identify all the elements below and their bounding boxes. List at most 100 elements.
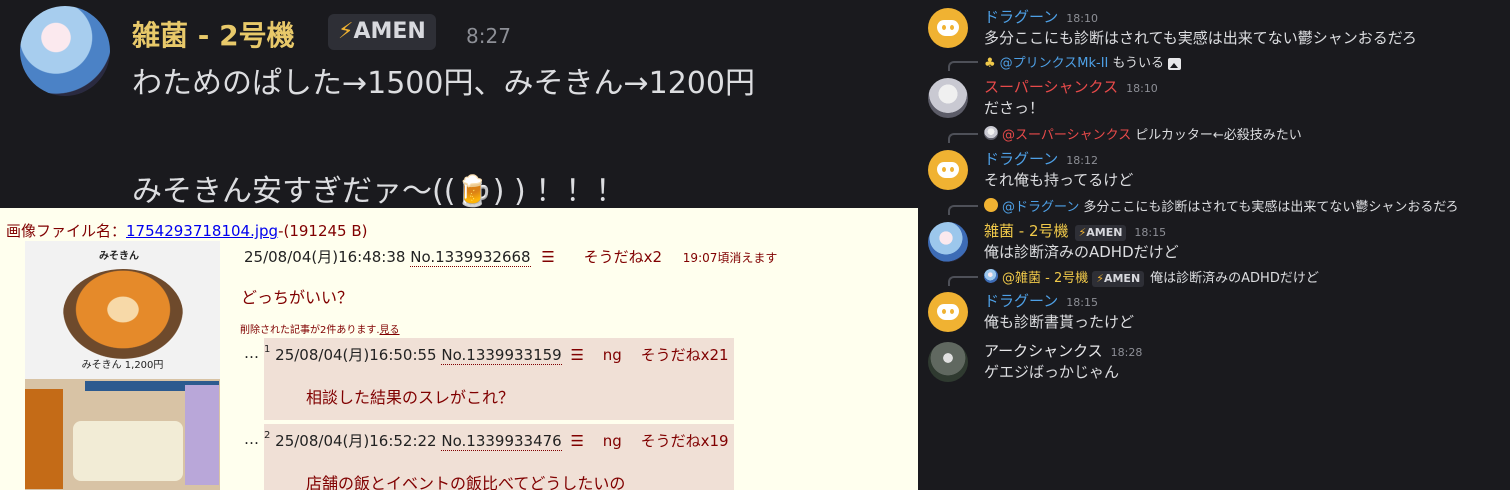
chat-panel: ドラグーン 18:10 多分ここにも診断はされても実感は出来てない鬱シャンおるだろ… <box>918 0 1510 490</box>
message-text: 俺も診断書貰ったけど <box>984 313 1135 331</box>
reply-number[interactable]: No.1339933476 <box>441 432 562 451</box>
role-tag: ⚡AMEN <box>1074 225 1127 241</box>
reply-mention[interactable]: @プリンクスMk-II <box>1000 56 1109 71</box>
screenshot-collage: 雑菌 - 2号機 ⚡AMEN 8:27 わためのぱした→1500円、みそきん→1… <box>0 0 1510 490</box>
file-label: 画像ファイル名： <box>6 222 127 240</box>
message-text: それ俺も持ってるけど <box>984 171 1134 189</box>
reply-header: 2 25/08/04(月)16:52:22 No.1339933476 ☰ ng… <box>264 430 729 451</box>
menu-icon[interactable]: ☰ <box>571 432 584 450</box>
soudane-button[interactable]: そうだねx21 <box>641 346 729 364</box>
avatar[interactable] <box>928 292 968 332</box>
op-header: 25/08/04(月)16:48:38 No.1339932668 ☰ そうだね… <box>244 246 777 267</box>
zoomed-message-panel: 雑菌 - 2号機 ⚡AMEN 8:27 わためのぱした→1500円、みそきん→1… <box>0 0 918 208</box>
author-line: ドラグーン 18:15 <box>984 290 1098 311</box>
message-time: 18:10 <box>1126 82 1158 95</box>
menu-icon[interactable]: ☰ <box>541 248 554 266</box>
avatar[interactable] <box>928 78 968 118</box>
reply-text: 多分ここにも診断はされても実感は出来てない鬱シャンおるだろ <box>1083 200 1459 215</box>
club-icon: ♣ <box>984 56 996 71</box>
thumb-shop-text: みそきん <box>99 251 139 262</box>
reply-reference[interactable]: @スーパーシャンクス ピルカッター←必殺技みたい <box>918 124 1510 143</box>
message-time: 18:10 <box>1066 12 1098 25</box>
reply-reference[interactable]: ♣ @プリンクスMk-II もういる <box>918 52 1510 71</box>
author-line: スーパーシャンクス 18:10 <box>984 76 1158 97</box>
author-name[interactable]: ドラグーン <box>984 150 1058 168</box>
soudane-button[interactable]: そうだねx2 <box>584 248 662 266</box>
menu-icon[interactable]: ☰ <box>571 346 584 364</box>
op-number[interactable]: No.1339932668 <box>410 248 531 267</box>
noodle-box <box>73 421 183 481</box>
thumb-price-text: みそきん 1,200円 <box>81 360 164 371</box>
reply-reference[interactable]: @ドラグーン 多分ここにも診断はされても実感は出来てない鬱シャンおるだろ <box>918 196 1510 215</box>
reply-reference[interactable]: @雑菌 - 2号機 ⚡AMEN 俺は診断済みのADHDだけど <box>918 267 1510 287</box>
author-name[interactable]: 雑菌 - 2号機 <box>984 222 1069 240</box>
author-name[interactable]: ドラグーン <box>984 292 1058 310</box>
op-date: 25/08/04(月)16:48:38 <box>244 248 406 266</box>
reply-mention[interactable]: @ドラグーン <box>1002 200 1079 215</box>
message-text: 多分ここにも診断はされても実感は出来てない鬱シャンおるだろ <box>984 29 1417 47</box>
reply-body: 相談した結果のスレがこれ？ <box>306 388 515 407</box>
author-name[interactable]: ドラグーン <box>984 8 1058 26</box>
role-tag-label: AMEN <box>353 19 426 44</box>
reply-connector <box>948 61 978 71</box>
ramen-bowl-image <box>63 269 183 359</box>
reply-avatar <box>984 269 998 283</box>
thread-image[interactable]: みそきん みそきん 1,200円 <box>25 241 220 490</box>
ng-button[interactable]: ng <box>603 432 622 450</box>
card-stack <box>185 385 219 485</box>
reply-date: 25/08/04(月)16:52:22 <box>275 432 437 450</box>
message-time: 18:12 <box>1066 154 1098 167</box>
message-time: 18:15 <box>1134 226 1167 239</box>
reply-date: 25/08/04(月)16:50:55 <box>275 346 437 364</box>
avatar[interactable] <box>928 150 968 190</box>
message-time: 18:28 <box>1110 346 1143 359</box>
file-link[interactable]: 1754293718104.jpg <box>126 222 278 240</box>
author-line: アークシャンクス 18:28 <box>984 340 1142 361</box>
ng-button[interactable]: ng <box>603 346 622 364</box>
reply-number[interactable]: No.1339933159 <box>441 346 562 365</box>
reply-body: 店舗の飯とイベントの飯比べてどうしたいの <box>306 474 626 490</box>
author-line: ドラグーン 18:10 <box>984 6 1098 27</box>
role-tag: ⚡AMEN <box>328 14 436 50</box>
role-tag-label: AMEN <box>1086 226 1123 239</box>
reply-post: 2 25/08/04(月)16:52:22 No.1339933476 ☰ ng… <box>264 424 734 490</box>
reply-index: 2 <box>264 430 271 441</box>
reply-text: もういる <box>1112 56 1164 71</box>
expire-notice: 19:07頃消えます <box>682 251 778 265</box>
author-name[interactable]: アークシャンクス <box>984 342 1103 360</box>
reply-content: @スーパーシャンクス ピルカッター←必殺技みたい <box>1002 124 1302 143</box>
avatar[interactable] <box>928 8 968 48</box>
reply-connector <box>948 276 978 286</box>
reply-mention[interactable]: @雑菌 - 2号機 <box>1002 271 1088 286</box>
message-line: みそきん安すぎだァ〜((🍺) ) ！！！ <box>132 174 626 208</box>
message-time: 8:27 <box>466 24 511 48</box>
author-line: ドラグーン 18:12 <box>984 148 1098 169</box>
soudane-button[interactable]: そうだねx19 <box>641 432 729 450</box>
author-name[interactable]: 雑菌 - 2号機 <box>132 14 295 54</box>
message-time: 18:15 <box>1066 296 1098 309</box>
reply-content: @ドラグーン 多分ここにも診断はされても実感は出来てない鬱シャンおるだろ <box>1002 196 1459 215</box>
food-photo <box>25 379 220 490</box>
reply-text: 俺は診断済みのADHDだけど <box>1150 271 1319 286</box>
reply-mention[interactable]: @スーパーシャンクス <box>1002 128 1131 143</box>
role-tag-label: AMEN <box>1103 272 1141 285</box>
deleted-notice: 削除された記事が2件あります.見る <box>240 321 400 336</box>
avatar[interactable] <box>20 6 110 96</box>
reply-avatar <box>984 198 998 212</box>
deleted-show-link[interactable]: 見る <box>380 325 400 336</box>
reply-index: 1 <box>264 344 271 355</box>
message-line: わためのぱした→1500円、みそきん→1200円 <box>132 66 755 101</box>
image-icon <box>1168 57 1181 70</box>
avatar[interactable] <box>928 342 968 382</box>
reply-marker: … <box>244 344 259 362</box>
deleted-text: 削除された記事が2件あります. <box>240 325 380 336</box>
message-text: ださっ！ <box>984 99 1045 117</box>
author-name[interactable]: スーパーシャンクス <box>984 78 1118 96</box>
bolt-icon: ⚡ <box>1096 272 1104 285</box>
reply-avatar <box>984 126 998 140</box>
file-size: -(191245 B) <box>278 222 368 240</box>
bolt-icon: ⚡ <box>338 19 354 44</box>
drink-cup <box>25 389 63 489</box>
reply-connector <box>948 133 978 143</box>
avatar[interactable] <box>928 222 968 262</box>
